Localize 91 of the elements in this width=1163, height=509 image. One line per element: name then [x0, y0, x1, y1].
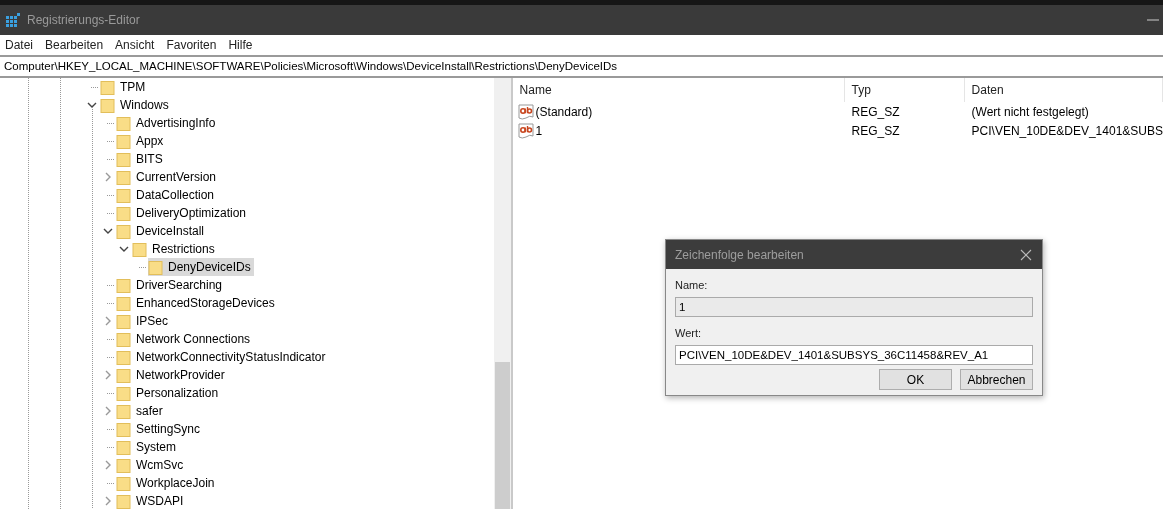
scrollbar[interactable]: [493, 78, 511, 509]
folder-icon: [116, 115, 132, 131]
menu-item[interactable]: Datei: [5, 38, 33, 52]
tree-item[interactable]: Network Connections: [100, 330, 254, 348]
field-label: Wert:: [675, 327, 703, 341]
tree-item[interactable]: SettingSync: [100, 420, 204, 438]
menu-item[interactable]: Hilfe: [228, 38, 253, 52]
string-value-icon: [517, 122, 534, 139]
folder-icon: [100, 79, 116, 95]
tree-item[interactable]: CurrentVersion: [100, 168, 220, 186]
tree-connector: [107, 446, 115, 448]
folder-icon: [116, 313, 132, 329]
string-value-icon: [517, 103, 534, 120]
tree-item[interactable]: TPM: [84, 78, 149, 96]
tree-item[interactable]: safer: [100, 402, 166, 420]
tree-item[interactable]: Restrictions: [116, 240, 218, 258]
folder-icon: [116, 331, 132, 347]
folder-icon: [116, 367, 132, 383]
folder-icon: [116, 223, 132, 239]
cancel-button[interactable]: Abbrechen: [960, 369, 1033, 390]
folder-icon: [116, 187, 132, 203]
tree-item[interactable]: WSDAPI: [100, 492, 187, 509]
tree-connector: [107, 212, 115, 214]
tree-item[interactable]: DeliveryOptimization: [100, 204, 250, 222]
name-field[interactable]: 1: [675, 297, 1033, 317]
scrollbar-thumb[interactable]: [494, 362, 510, 509]
folder-icon: [116, 421, 132, 437]
tree-item[interactable]: AdvertisingInfo: [100, 114, 219, 132]
table-cell-text: REG_SZ: [850, 104, 901, 119]
tree-connector: [107, 338, 115, 340]
address-bar[interactable]: Computer\HKEY_LOCAL_MACHINE\SOFTWARE\Policies\Microsoft\Windows\DeviceInstall\Restrictions\DenyDeviceIDs: [0, 55, 1163, 78]
tree-item[interactable]: DriverSearching: [100, 276, 226, 294]
folder-icon: [116, 475, 132, 491]
tree-connector: [107, 284, 115, 286]
folder-icon: [116, 295, 132, 311]
value-name[interactable]: 1: [535, 123, 543, 138]
folder-icon: [148, 259, 164, 275]
table-cell-text: REG_SZ: [850, 123, 901, 138]
folder-icon: [116, 133, 132, 149]
tree-item[interactable]: EnhancedStorageDevices: [100, 294, 278, 312]
tree-connector: [107, 392, 115, 394]
tree-connector: [107, 194, 115, 196]
tree-item[interactable]: WcmSvc: [100, 456, 187, 474]
folder-icon: [116, 385, 132, 401]
tree-connector: [107, 302, 115, 304]
tree-connector: [107, 140, 115, 142]
folder-icon: [116, 151, 132, 167]
tree-item[interactable]: IPSec: [100, 312, 171, 330]
folder-icon: [116, 349, 132, 365]
folder-icon: [116, 277, 132, 293]
menu-item[interactable]: Favoriten: [166, 38, 217, 52]
tree-connector: [107, 158, 115, 160]
tree-item[interactable]: Personalization: [100, 384, 222, 402]
column-header[interactable]: Typ: [844, 78, 965, 102]
folder-icon: [100, 97, 116, 113]
folder-icon: [116, 439, 132, 455]
folder-icon: [116, 403, 132, 419]
tree-connector: [139, 266, 147, 268]
table-cell-text: PCI\VEN_10DE&DEV_1401&SUBS: [970, 123, 1163, 138]
value-name[interactable]: (Standard): [535, 104, 593, 119]
tree-item[interactable]: System: [100, 438, 179, 456]
folder-icon: [116, 493, 132, 509]
folder-icon: [116, 457, 132, 473]
tree-connector: [107, 428, 115, 430]
tree-connector: [107, 482, 115, 484]
window-title: Registrierungs-Editor: [27, 13, 141, 27]
tree-item[interactable]: DataCollection: [100, 186, 218, 204]
table-cell-text: (Wert nicht festgelegt): [970, 104, 1090, 119]
folder-icon: [116, 169, 132, 185]
tree-item[interactable]: Appx: [100, 132, 167, 150]
folder-icon: [116, 205, 132, 221]
field-label: Name:: [675, 279, 709, 293]
folder-icon: [132, 241, 148, 257]
tree-connector: [91, 86, 99, 88]
tree-item[interactable]: Windows: [84, 96, 172, 114]
menu-item[interactable]: Ansicht: [115, 38, 155, 52]
tree-connector: [107, 356, 115, 358]
dialog-title: Zeichenfolge bearbeiten: [675, 247, 804, 262]
menu-item[interactable]: Bearbeiten: [45, 38, 104, 52]
tree-item[interactable]: DeviceInstall: [100, 222, 208, 240]
close-icon[interactable]: [1020, 248, 1032, 261]
tree-item[interactable]: WorkplaceJoin: [100, 474, 218, 492]
tree-connector: [107, 122, 115, 124]
column-header[interactable]: Name: [512, 78, 845, 102]
tree-item[interactable]: BITS: [100, 150, 166, 168]
value-field[interactable]: PCI\VEN_10DE&DEV_1401&SUBSYS_36C11458&REV_A1: [675, 345, 1033, 365]
column-header[interactable]: Daten: [964, 78, 1163, 102]
tree-item[interactable]: NetworkProvider: [100, 366, 228, 384]
registry-editor-icon: [5, 12, 21, 28]
ok-button[interactable]: OK: [879, 369, 952, 390]
tree-item[interactable]: NetworkConnectivityStatusIndicator: [100, 348, 329, 366]
